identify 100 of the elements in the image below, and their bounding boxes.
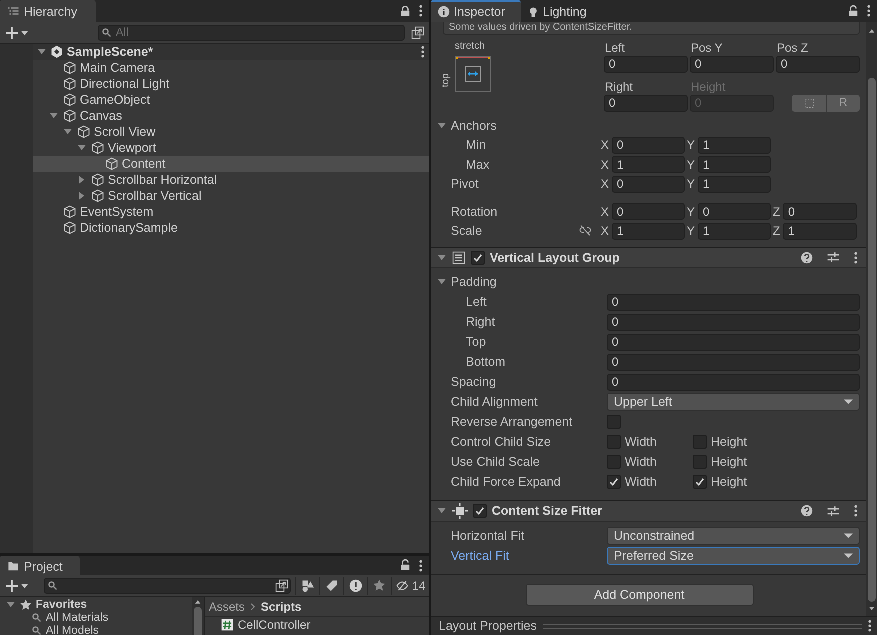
hierarchy-item[interactable]: Main Camera [33,60,429,76]
add-dropdown-icon[interactable] [6,578,30,592]
number-field[interactable]: 0 [607,294,860,311]
help-icon[interactable] [801,505,813,518]
foldout-label[interactable]: Padding [451,275,607,290]
dashed-square-icon [804,98,814,109]
favorites-header[interactable]: Favorites [0,598,192,611]
hierarchy-item[interactable]: Scroll View [33,124,429,140]
open-window-icon[interactable] [275,578,289,592]
number-field[interactable]: 1 [612,156,685,174]
favorites-item[interactable]: All Models [0,624,192,635]
foldout-arrow-icon[interactable] [37,47,47,57]
enable-checkbox[interactable] [473,504,487,518]
dropdown[interactable]: Preferred Size [607,546,860,565]
number-field[interactable]: 0 [607,374,860,391]
project-tab[interactable]: Project [0,556,80,575]
number-field[interactable]: 0 [607,334,860,351]
more-options-icon[interactable] [421,45,425,59]
number-field[interactable]: 0 [776,56,860,73]
foldout-arrow-icon[interactable] [63,127,73,137]
more-options-icon[interactable] [419,4,423,18]
search-field[interactable] [44,578,291,594]
more-options-icon[interactable] [419,558,423,572]
axis-label: X [601,204,610,219]
number-field[interactable]: 1 [783,222,857,240]
unlinked-chain-icon[interactable] [579,225,592,238]
checkbox[interactable] [607,435,621,450]
number-field[interactable]: 0 [783,203,857,220]
breadcrumb-item[interactable]: Assets [209,600,246,614]
add-component-button[interactable]: Add Component [526,584,754,606]
add-dropdown-icon[interactable] [6,26,30,40]
help-icon[interactable] [801,252,813,264]
foldout-arrow-icon[interactable] [77,191,87,201]
panel-tab[interactable]: Lighting [521,0,597,22]
hierarchy-item[interactable]: Scrollbar Horizontal [33,172,429,188]
layout-properties-bar[interactable]: Layout Properties [431,616,877,635]
hierarchy-tab[interactable]: Hierarchy [0,0,96,22]
number-field[interactable]: 0 [607,354,860,371]
number-field[interactable]: 1 [698,156,771,174]
lock-icon[interactable] [400,559,411,572]
shapes-icon [300,578,314,592]
number-field[interactable]: 0 [607,314,860,331]
lock-icon[interactable] [400,4,411,18]
lock-icon[interactable] [848,4,859,18]
checkbox[interactable] [607,415,621,430]
hierarchy-item[interactable]: DictionarySample [33,220,429,236]
component-header[interactable]: Content Size Fitter [431,500,866,522]
favorites-item[interactable]: All Materials [0,611,192,624]
number-field[interactable]: 1 [612,222,685,240]
hierarchy-item[interactable]: Canvas [33,108,429,124]
checkbox[interactable] [693,475,707,490]
dropdown[interactable]: Unconstrained [607,526,860,545]
hierarchy-item[interactable]: Viewport [33,140,429,156]
foldout-arrow-icon[interactable] [49,111,59,121]
hierarchy-item[interactable]: Scrollbar Vertical [33,188,429,204]
anchor-preset-button[interactable] [455,56,491,92]
number-field[interactable]: 0 [604,94,688,112]
hierarchy-item[interactable]: EventSystem [33,204,429,220]
number-field[interactable]: 1 [698,176,771,193]
dropdown[interactable]: Upper Left [607,393,860,412]
number-field[interactable]: 0 [612,176,685,193]
number-field[interactable]: 1 [698,222,771,240]
open-window-icon[interactable] [411,26,425,40]
sliders-icon[interactable] [827,504,840,518]
number-field[interactable]: 0 [698,203,771,220]
foldout-arrow-icon[interactable] [437,120,447,131]
scrollbar[interactable] [192,597,204,635]
more-options-icon[interactable] [854,504,858,518]
foldout-label[interactable]: Anchors [451,118,607,133]
sliders-icon[interactable] [827,251,840,264]
foldout-arrow-icon[interactable] [77,143,87,153]
scene-header[interactable]: SampleScene* [33,44,429,60]
more-options-icon[interactable] [854,250,858,265]
hierarchy-item[interactable]: Directional Light [33,76,429,92]
search-icon [32,612,42,622]
hierarchy-item[interactable]: Content [33,156,429,172]
enable-checkbox[interactable] [471,250,485,265]
asset-item[interactable]: CellController [205,617,429,633]
number-field[interactable]: 0 [604,56,688,73]
more-options-icon[interactable] [868,619,872,633]
blueprint-mode-button[interactable] [792,94,826,112]
more-options-icon[interactable] [867,4,871,18]
number-field[interactable]: 0 [690,56,774,73]
breadcrumb-item[interactable]: Scripts [261,600,302,614]
foldout-arrow-icon[interactable] [77,175,87,185]
checkbox[interactable] [607,475,621,490]
panel-tab[interactable]: Inspector [431,0,521,22]
checkbox[interactable] [693,455,707,470]
number-field[interactable]: 0 [612,203,685,220]
checkbox[interactable] [607,455,621,470]
checkbox[interactable] [693,435,707,450]
search-field[interactable]: All [98,24,405,40]
foldout-arrow-icon[interactable] [6,600,16,610]
number-field[interactable]: 0 [612,136,685,154]
foldout-arrow-icon[interactable] [437,252,447,263]
number-field[interactable]: 1 [698,136,771,154]
component-header[interactable]: Vertical Layout Group [431,246,866,268]
axis-label: Y [687,204,696,219]
scrollbar[interactable] [866,22,877,616]
hierarchy-item[interactable]: GameObject [33,92,429,108]
